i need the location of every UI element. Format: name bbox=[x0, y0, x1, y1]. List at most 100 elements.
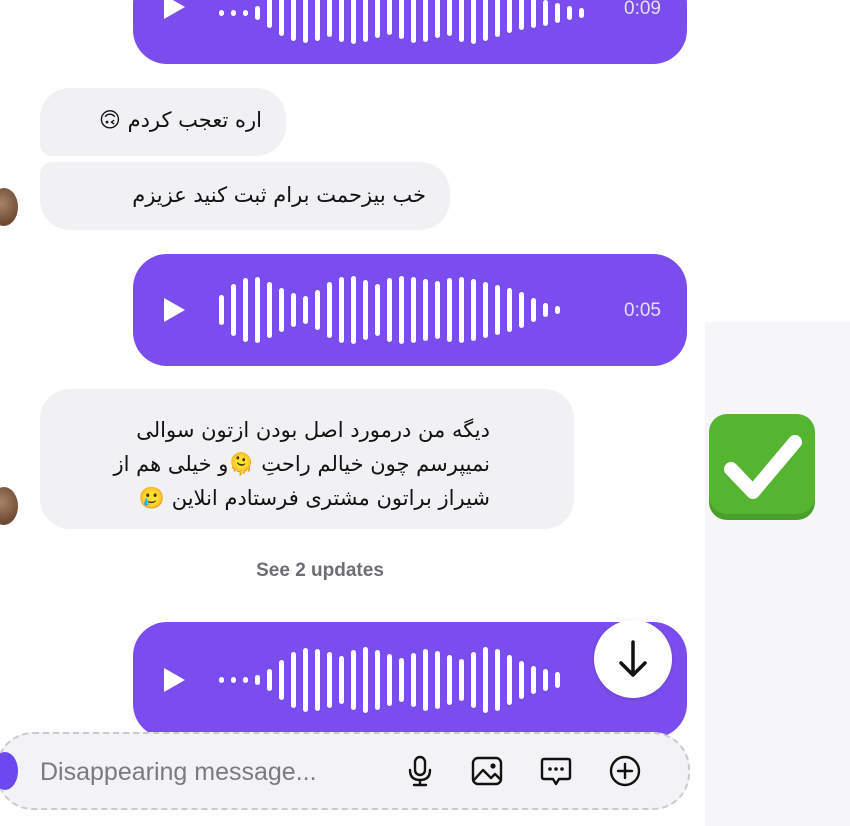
voice-duration: 0:09 bbox=[624, 0, 661, 19]
waveform-bar bbox=[327, 652, 332, 708]
waveform-bar bbox=[339, 277, 344, 343]
waveform-bar bbox=[363, 0, 368, 42]
voice-duration: 0:05 bbox=[624, 300, 661, 321]
waveform-bar bbox=[243, 10, 248, 16]
waveform-bar bbox=[495, 0, 500, 37]
waveform-bar bbox=[447, 0, 452, 36]
waveform-bar bbox=[495, 649, 500, 711]
waveform-bar bbox=[459, 0, 464, 42]
waveform-bar bbox=[219, 677, 224, 683]
image-icon[interactable] bbox=[470, 754, 504, 788]
scroll-down-button[interactable] bbox=[594, 620, 672, 698]
waveform-bar bbox=[555, 306, 560, 314]
plus-circle-icon[interactable] bbox=[608, 754, 642, 788]
waveform-bar bbox=[255, 277, 260, 343]
message-bubble[interactable]: دیگه من درمورد اصل بودن ازتون سوالی نمیپ… bbox=[40, 389, 574, 529]
waveform-bar bbox=[351, 0, 356, 44]
waveform-bar bbox=[543, 0, 548, 26]
chat-bubble-icon[interactable] bbox=[539, 754, 573, 788]
waveform-bar bbox=[435, 281, 440, 339]
waveform-bar bbox=[375, 650, 380, 710]
waveform-bar bbox=[519, 292, 524, 328]
message-text: خب بیزحمت برام ثبت کنید عزیزم bbox=[132, 183, 426, 207]
avatar[interactable] bbox=[0, 487, 18, 525]
waveform-bar bbox=[579, 8, 584, 18]
waveform-bar bbox=[531, 0, 536, 28]
waveform-bar bbox=[219, 295, 224, 325]
waveform-bar bbox=[387, 654, 392, 706]
waveform-bar bbox=[399, 276, 404, 344]
waveform-bar bbox=[267, 669, 272, 691]
waveform-bar bbox=[231, 677, 236, 683]
message-composer bbox=[0, 732, 690, 810]
waveform-bar bbox=[555, 672, 560, 688]
waveform-bar bbox=[519, 0, 524, 30]
waveform-bar bbox=[507, 288, 512, 332]
play-icon[interactable] bbox=[159, 295, 189, 325]
waveform-bar bbox=[567, 6, 572, 20]
waveform-bar bbox=[555, 3, 560, 23]
play-icon[interactable] bbox=[159, 0, 189, 22]
arrow-down-icon bbox=[619, 640, 647, 677]
waveform-bar bbox=[339, 656, 344, 704]
waveform-bar bbox=[219, 10, 224, 16]
message-bubble[interactable]: خب بیزحمت برام ثبت کنید عزیزم bbox=[40, 162, 450, 230]
microphone-icon[interactable] bbox=[403, 754, 437, 788]
waveform-bar bbox=[543, 303, 548, 317]
waveform-bar bbox=[459, 277, 464, 343]
waveform-bar bbox=[423, 649, 428, 711]
voice-message[interactable]: 0:05 bbox=[133, 254, 687, 366]
waveform-bar bbox=[435, 651, 440, 709]
side-panel bbox=[705, 322, 850, 826]
waveform-bar bbox=[363, 647, 368, 713]
waveform-bar bbox=[267, 282, 272, 338]
waveform-bar bbox=[399, 658, 404, 702]
message-line: نمیپرسم چون خیالم راحتِ 🫠و خیلی هم از bbox=[113, 452, 490, 476]
voice-message[interactable]: 0:09 bbox=[133, 0, 687, 64]
waveform-bar bbox=[543, 669, 548, 691]
waveform-bar bbox=[255, 675, 260, 685]
waveform-bar bbox=[495, 285, 500, 335]
waveform-bar bbox=[435, 0, 440, 38]
waveform-bar bbox=[255, 6, 260, 20]
waveform-bar bbox=[279, 288, 284, 332]
waveform-bar bbox=[351, 650, 356, 710]
message-bubble[interactable]: اره تعجب کردم 🙃 bbox=[40, 88, 286, 156]
waveform-bar bbox=[327, 282, 332, 338]
waveform-bar bbox=[291, 652, 296, 708]
waveform-bar bbox=[387, 0, 392, 35]
see-updates-link[interactable]: See 2 updates bbox=[0, 560, 640, 582]
waveform-bar bbox=[483, 282, 488, 338]
waveform-bar bbox=[279, 0, 284, 36]
waveform-bar bbox=[471, 652, 476, 708]
check-mark-emoji bbox=[709, 414, 815, 520]
waveform-bar bbox=[423, 0, 428, 42]
waveform-bar bbox=[315, 290, 320, 330]
waveform-bar bbox=[423, 279, 428, 341]
waveform-bar bbox=[315, 649, 320, 711]
waveform-bar bbox=[411, 0, 416, 43]
waveform-bar bbox=[351, 276, 356, 344]
play-icon[interactable] bbox=[159, 665, 189, 695]
waveform-bar bbox=[507, 655, 512, 705]
waveform-bar bbox=[375, 284, 380, 336]
avatar[interactable] bbox=[0, 188, 18, 226]
waveform-bar bbox=[267, 0, 272, 28]
waveform-bar bbox=[315, 0, 320, 41]
waveform-bar bbox=[303, 296, 308, 324]
waveform-bar bbox=[411, 653, 416, 707]
waveform-bar bbox=[375, 0, 380, 38]
camera-button[interactable] bbox=[0, 752, 18, 790]
waveform-bar bbox=[471, 0, 476, 44]
message-line: دیگه من درمورد اصل بودن ازتون سوالی bbox=[136, 418, 490, 442]
waveform-bar bbox=[363, 280, 368, 340]
message-input[interactable] bbox=[38, 752, 382, 792]
waveform-bar bbox=[531, 666, 536, 694]
waveform-bar bbox=[243, 677, 248, 683]
waveform-bar bbox=[243, 278, 248, 342]
waveform-bar bbox=[327, 0, 332, 37]
waveform-bar bbox=[339, 0, 344, 42]
waveform-bar bbox=[303, 648, 308, 712]
waveform-bar bbox=[411, 277, 416, 343]
check-icon bbox=[724, 435, 802, 499]
